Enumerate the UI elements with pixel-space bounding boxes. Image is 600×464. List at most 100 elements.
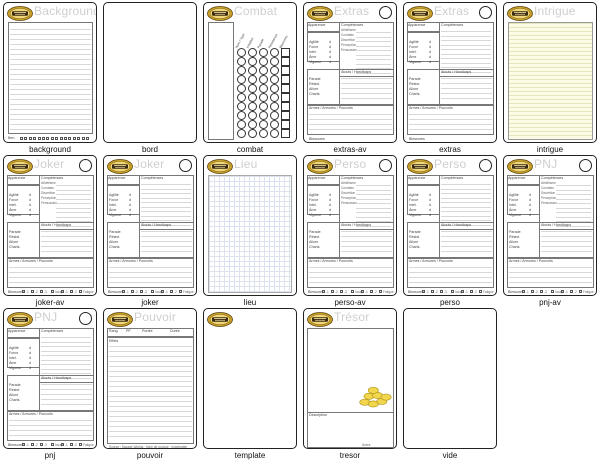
benny-checkbox[interactable] — [20, 137, 23, 140]
wound-checkbox[interactable] — [40, 290, 43, 293]
wound-checkbox[interactable] — [451, 290, 454, 293]
card-preview[interactable] — [103, 2, 197, 143]
wound-checkbox[interactable] — [540, 290, 543, 293]
card-preview[interactable]: Joker Apparence Compétences Athlétisme Comba… — [3, 155, 97, 296]
tracker-circle[interactable] — [237, 75, 246, 84]
wound-checkbox[interactable] — [122, 290, 125, 293]
tracker-circle[interactable] — [237, 84, 246, 93]
wound-checkbox[interactable] — [51, 443, 54, 446]
wound-checkbox[interactable] — [440, 290, 443, 293]
file-tile-bord[interactable]: bord — [102, 0, 198, 154]
wound-checkbox[interactable] — [579, 290, 582, 293]
benny-checkbox[interactable] — [77, 137, 81, 140]
file-name[interactable]: pnj — [2, 451, 98, 460]
tracker-circle[interactable] — [259, 111, 268, 120]
tracker-circle[interactable] — [259, 66, 268, 75]
card-preview[interactable]: PNJ Apparence Compétences Agilité d Force d Int… — [3, 308, 97, 449]
tracker-circle[interactable] — [270, 84, 279, 93]
tracker-square[interactable] — [281, 48, 290, 57]
file-tile-perso-av[interactable]: Perso Apparence Compétences Athlétisme Comba… — [302, 153, 398, 307]
tracker-circle[interactable] — [270, 93, 279, 102]
wound-checkbox[interactable] — [31, 290, 34, 293]
wound-checkbox[interactable] — [79, 443, 82, 446]
wound-checkbox[interactable] — [322, 290, 325, 293]
tracker-square[interactable] — [281, 66, 290, 75]
tracker-circle[interactable] — [270, 102, 279, 111]
tracker-circle[interactable] — [270, 48, 279, 57]
wound-checkbox[interactable] — [570, 290, 573, 293]
file-tile-perso[interactable]: Perso Apparence Compétences Agilité d Force d I… — [402, 153, 498, 307]
card-preview[interactable]: Extras Apparence Compétences Agilité d Force d… — [403, 2, 497, 143]
card-preview[interactable]: Perso Apparence Compétences Athlétisme Comba… — [303, 155, 397, 296]
tracker-circle[interactable] — [248, 57, 257, 66]
tracker-circle[interactable] — [237, 111, 246, 120]
file-tile-vide[interactable]: vide — [402, 306, 498, 460]
tracker-square[interactable] — [281, 75, 290, 84]
benny-checkbox[interactable] — [46, 137, 50, 140]
wound-checkbox[interactable] — [340, 290, 343, 293]
wound-checkbox[interactable] — [370, 290, 373, 293]
file-tile-template[interactable]: template — [202, 306, 298, 460]
tracker-circle[interactable] — [259, 48, 268, 57]
file-tile-tresor[interactable]: Trésor Description Notes tresor — [302, 306, 398, 460]
file-tile-pouvoir[interactable]: Pouvoir Rang PP Portée Durée Effets Source : S… — [102, 306, 198, 460]
card-preview[interactable]: Pouvoir Rang PP Portée Durée Effets Source : S… — [103, 308, 197, 449]
tracker-circle[interactable] — [237, 102, 246, 111]
wound-checkbox[interactable] — [70, 443, 73, 446]
wound-checkbox[interactable] — [161, 290, 164, 293]
tracker-square[interactable] — [281, 120, 290, 129]
wound-checkbox[interactable] — [31, 443, 34, 446]
file-tile-pnj[interactable]: PNJ Apparence Compétences Agilité d Force d Int… — [2, 306, 98, 460]
benny-checkbox[interactable] — [37, 137, 41, 140]
benny-checkbox[interactable] — [42, 137, 45, 140]
file-tile-joker[interactable]: Joker Apparence Compétences Agilité d Force d I… — [102, 153, 198, 307]
tracker-square[interactable] — [281, 93, 290, 102]
card-preview[interactable]: Extras Apparence Compétences Athlétisme Comb… — [303, 2, 397, 143]
wound-checkbox[interactable] — [51, 290, 54, 293]
card-preview[interactable]: Intrigue — [503, 2, 597, 143]
wound-checkbox[interactable] — [479, 290, 482, 293]
wound-checkbox[interactable] — [561, 290, 564, 293]
wound-checkbox[interactable] — [551, 290, 554, 293]
tracker-circle[interactable] — [270, 111, 279, 120]
tracker-circle[interactable] — [237, 93, 246, 102]
wound-checkbox[interactable] — [431, 290, 434, 293]
wound-checkbox[interactable] — [61, 443, 64, 446]
wound-checkbox[interactable] — [461, 290, 464, 293]
wound-checkbox[interactable] — [40, 443, 43, 446]
wound-checkbox[interactable] — [131, 290, 134, 293]
tracker-circle[interactable] — [248, 84, 257, 93]
file-name[interactable]: vide — [402, 451, 498, 460]
card-preview[interactable]: Background Ben. — [3, 2, 97, 143]
tracker-circle[interactable] — [259, 102, 268, 111]
tracker-circle[interactable] — [248, 66, 257, 75]
file-tile-combat[interactable]: Combat Nom / Type Initiative Parade Résistan… — [202, 0, 298, 154]
card-preview[interactable]: Lieu — [203, 155, 297, 296]
tracker-circle[interactable] — [248, 102, 257, 111]
tracker-circle[interactable] — [248, 120, 257, 129]
wound-checkbox[interactable] — [170, 290, 173, 293]
tracker-circle[interactable] — [259, 93, 268, 102]
card-preview[interactable]: Joker Apparence Compétences Agilité d Force d I… — [103, 155, 197, 296]
tracker-circle[interactable] — [259, 129, 268, 138]
file-tile-extras[interactable]: Extras Apparence Compétences Agilité d Force d… — [402, 0, 498, 154]
wound-checkbox[interactable] — [379, 290, 382, 293]
file-name[interactable]: pnj-av — [502, 298, 598, 307]
benny-checkbox[interactable] — [50, 137, 54, 140]
wound-checkbox[interactable] — [70, 290, 73, 293]
benny-checkbox[interactable] — [59, 137, 63, 140]
benny-checkbox[interactable] — [72, 137, 76, 140]
file-tile-extras-av[interactable]: Extras Apparence Compétences Athlétisme Comb… — [302, 0, 398, 154]
wound-checkbox[interactable] — [331, 290, 334, 293]
wound-checkbox[interactable] — [22, 290, 25, 293]
tracker-circle[interactable] — [248, 93, 257, 102]
tracker-circle[interactable] — [270, 129, 279, 138]
card-preview[interactable]: PNJ Apparence Compétences Athlétisme Combats… — [503, 155, 597, 296]
tracker-circle[interactable] — [259, 84, 268, 93]
tracker-square[interactable] — [281, 57, 290, 66]
tracker-circle[interactable] — [237, 129, 246, 138]
tracker-circle[interactable] — [259, 75, 268, 84]
tracker-circle[interactable] — [248, 129, 257, 138]
file-name[interactable]: pouvoir — [102, 451, 198, 460]
file-tile-joker-av[interactable]: Joker Apparence Compétences Athlétisme Comba… — [2, 153, 98, 307]
